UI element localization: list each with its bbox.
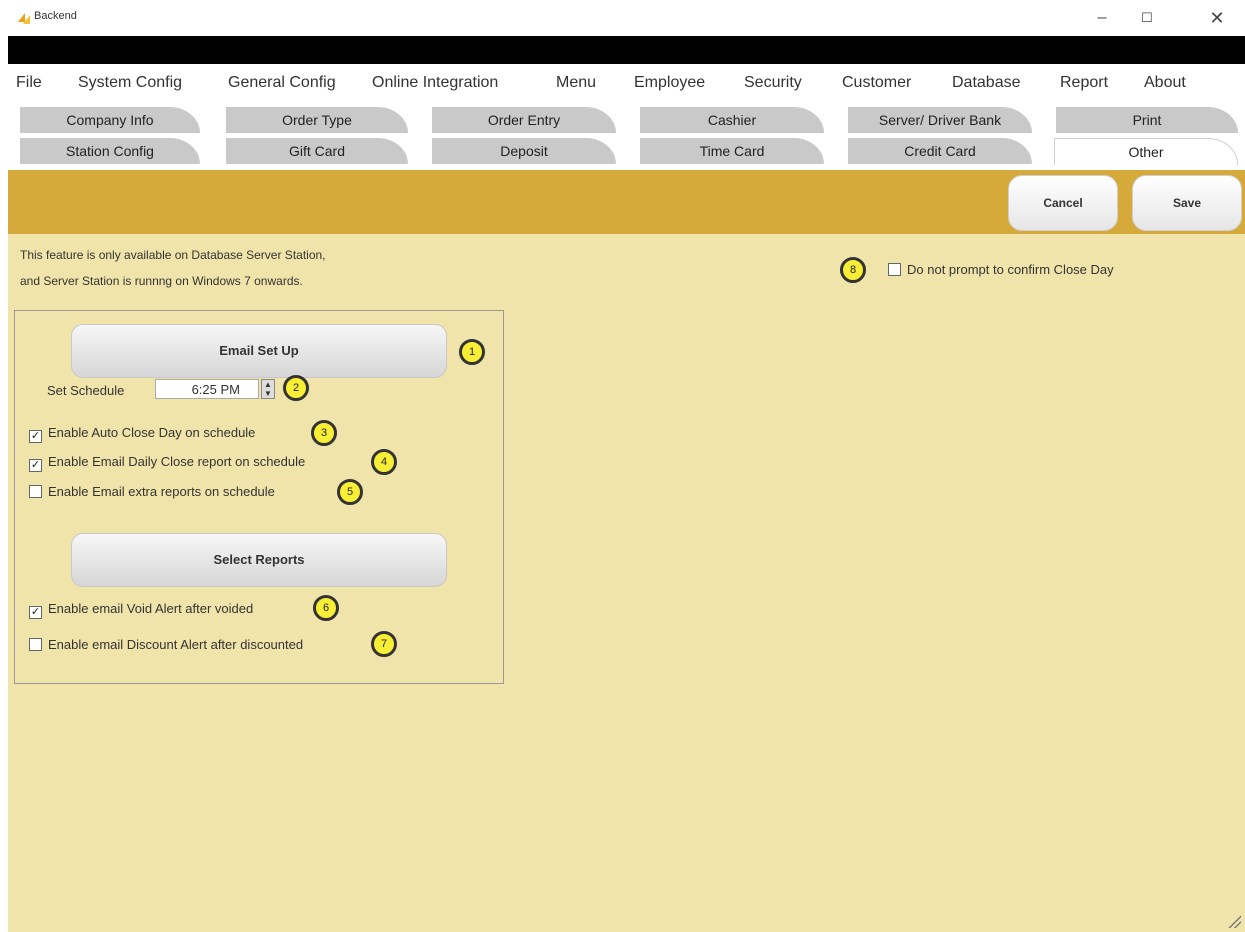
email-extra-reports-option[interactable]: Enable Email extra reports on schedule [29, 484, 275, 499]
discount-alert-option[interactable]: Enable email Discount Alert after discou… [29, 637, 303, 652]
menu-about[interactable]: About [1144, 74, 1186, 92]
save-button[interactable]: Save [1132, 175, 1242, 231]
menu-online-integration[interactable]: Online Integration [372, 74, 498, 92]
discount-alert-checkbox[interactable] [29, 638, 42, 651]
discount-alert-label: Enable email Discount Alert after discou… [48, 637, 304, 652]
tab-cashier[interactable]: Cashier [640, 107, 824, 133]
minimize-button[interactable]: – [1080, 4, 1124, 32]
email-daily-close-option[interactable]: ✓ Enable Email Daily Close report on sche… [29, 454, 305, 472]
callout-badge-1: 1 [459, 339, 485, 365]
email-extra-reports-checkbox[interactable] [29, 485, 42, 498]
select-reports-button[interactable]: Select Reports [71, 533, 447, 587]
callout-badge-4: 4 [371, 449, 397, 475]
email-daily-close-label: Enable Email Daily Close report on sched… [48, 454, 306, 469]
tab-gift-card[interactable]: Gift Card [226, 138, 408, 164]
settings-panel: This feature is only available on Databa… [8, 234, 1245, 932]
menu-system-config[interactable]: System Config [78, 74, 182, 92]
menu-customer[interactable]: Customer [842, 74, 911, 92]
void-alert-checkbox[interactable]: ✓ [29, 606, 42, 619]
window-title: Backend [34, 10, 77, 22]
tab-order-entry[interactable]: Order Entry [432, 107, 616, 133]
schedule-time-input[interactable]: 6:25 PM [155, 379, 259, 399]
auto-close-day-label: Enable Auto Close Day on schedule [48, 425, 256, 440]
callout-badge-2: 2 [283, 375, 309, 401]
cancel-button[interactable]: Cancel [1008, 175, 1118, 231]
void-alert-label: Enable email Void Alert after voided [48, 601, 254, 616]
close-day-prompt-checkbox[interactable] [888, 263, 901, 276]
tab-station-config[interactable]: Station Config [20, 138, 200, 164]
callout-badge-6: 6 [313, 595, 339, 621]
menu-file[interactable]: File [16, 74, 42, 92]
tab-time-card[interactable]: Time Card [640, 138, 824, 164]
email-daily-close-checkbox[interactable]: ✓ [29, 459, 42, 472]
app-logo-icon [18, 13, 30, 24]
callout-badge-5: 5 [337, 479, 363, 505]
email-setup-button[interactable]: Email Set Up [71, 324, 447, 378]
action-toolbar: Cancel Save [8, 170, 1245, 234]
menu-report[interactable]: Report [1060, 74, 1108, 92]
auto-close-day-checkbox[interactable]: ✓ [29, 430, 42, 443]
schedule-label: Set Schedule [47, 383, 125, 398]
menu-employee[interactable]: Employee [634, 74, 705, 92]
menu-general-config[interactable]: General Config [228, 74, 336, 92]
email-settings-group: Email Set Up 1 Set Schedule 6:25 PM ▲ ▼ 2… [14, 310, 504, 684]
tab-order-type[interactable]: Order Type [226, 107, 408, 133]
header-strip [8, 36, 1245, 64]
callout-badge-3: 3 [311, 420, 337, 446]
title-bar: Backend – ☐ ✕ [0, 0, 1245, 36]
close-day-prompt-label: Do not prompt to confirm Close Day [907, 262, 1114, 277]
tab-company-info[interactable]: Company Info [20, 107, 200, 133]
time-spinner[interactable]: ▲ ▼ [261, 379, 275, 399]
tab-server-driver-bank[interactable]: Server/ Driver Bank [848, 107, 1032, 133]
close-button[interactable]: ✕ [1195, 4, 1239, 32]
tab-other[interactable]: Other [1054, 138, 1238, 165]
void-alert-option[interactable]: ✓ Enable email Void Alert after voided [29, 601, 253, 619]
maximize-button[interactable]: ☐ [1125, 4, 1169, 32]
availability-note-line-2: and Server Station is runnng on Windows … [20, 274, 303, 288]
tab-credit-card[interactable]: Credit Card [848, 138, 1032, 164]
resize-grip[interactable] [1227, 914, 1241, 928]
callout-badge-8: 8 [840, 257, 866, 283]
menu-bar: File System Config General Config Online… [8, 64, 1245, 104]
menu-menu[interactable]: Menu [556, 74, 596, 92]
auto-close-day-option[interactable]: ✓ Enable Auto Close Day on schedule [29, 425, 255, 443]
tab-print[interactable]: Print [1056, 107, 1238, 133]
availability-note-line-1: This feature is only available on Databa… [20, 248, 326, 262]
menu-database[interactable]: Database [952, 74, 1021, 92]
menu-security[interactable]: Security [744, 74, 802, 92]
close-day-prompt-option[interactable]: Do not prompt to confirm Close Day [888, 262, 1114, 277]
email-extra-reports-label: Enable Email extra reports on schedule [48, 484, 275, 499]
callout-badge-7: 7 [371, 631, 397, 657]
tab-deposit[interactable]: Deposit [432, 138, 616, 164]
